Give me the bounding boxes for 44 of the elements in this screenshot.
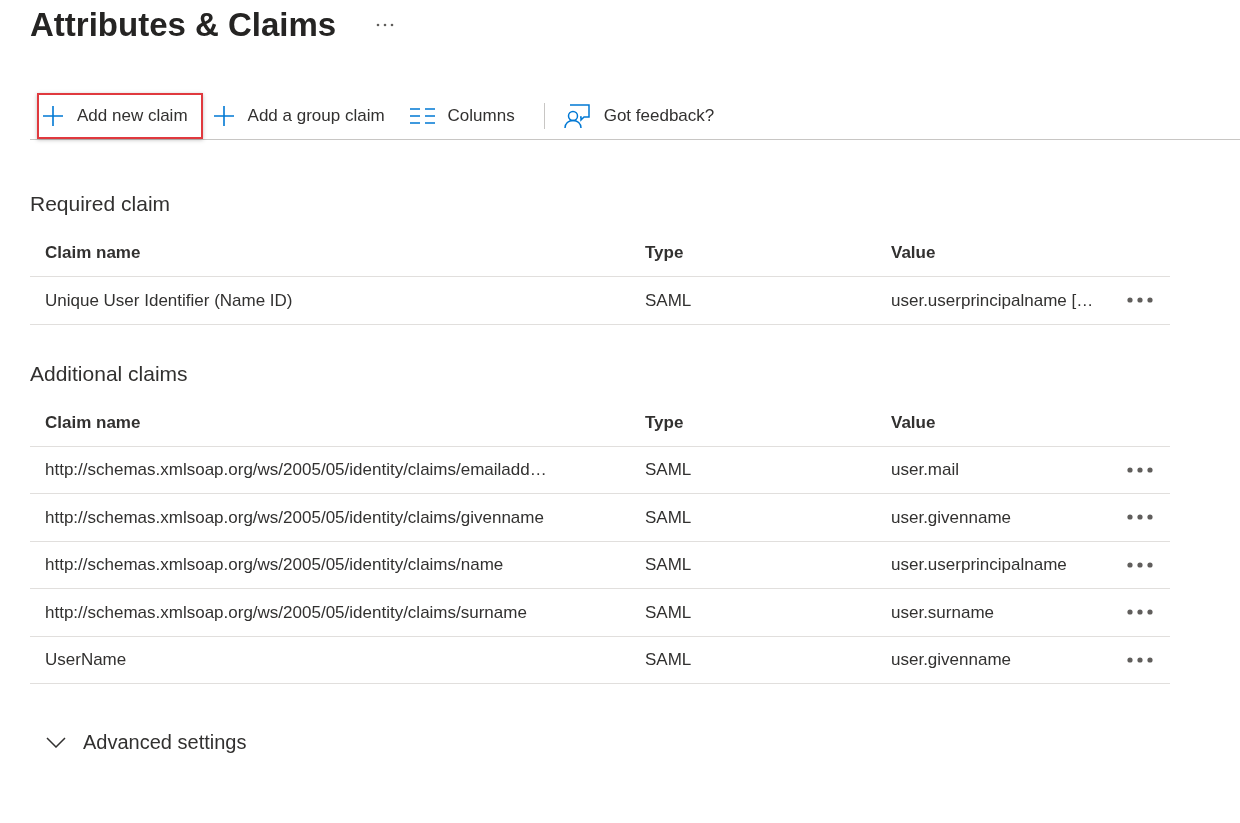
columns-icon xyxy=(409,107,435,124)
more-icon xyxy=(1127,466,1153,473)
column-header: Type xyxy=(645,243,684,263)
type-cell: SAML xyxy=(645,602,692,622)
section-heading: Additional claims xyxy=(30,360,188,387)
advanced-settings-toggle[interactable]: Advanced settings xyxy=(46,728,247,756)
value-cell: user.surname xyxy=(891,602,994,622)
type-cell: SAML xyxy=(645,290,692,310)
claim-name-cell: UserName xyxy=(45,650,127,669)
more-icon xyxy=(1127,656,1153,663)
feedback-icon xyxy=(563,102,591,129)
claim-name-cell: http://schemas.xmlsoap.org/ws/2005/05/identity/claims/surname xyxy=(45,602,527,622)
more-icon xyxy=(376,23,395,27)
column-header: Value xyxy=(891,412,936,432)
type-cell: SAML xyxy=(645,460,692,479)
claim-name-cell: http://schemas.xmlsoap.org/ws/2005/05/identity/claims/emailadd… xyxy=(45,460,547,479)
more-icon xyxy=(1127,609,1153,616)
type-cell: SAML xyxy=(645,650,692,669)
column-header: Claim name xyxy=(45,243,141,263)
chevron-icon xyxy=(46,736,66,748)
value-cell: user.userprincipalname xyxy=(891,555,1067,574)
toolbar-button[interactable]: Add new claim xyxy=(37,92,203,139)
more-icon xyxy=(1127,514,1153,521)
column-header: Type xyxy=(645,412,684,432)
more-icon xyxy=(1127,561,1153,568)
claim-name-cell: Unique User Identifier (Name ID) xyxy=(45,290,293,310)
value-cell: user.givenname xyxy=(891,507,1012,527)
toolbar-button[interactable]: Got feedback? xyxy=(558,92,730,139)
toolbar-button[interactable]: Columns xyxy=(404,92,530,139)
claim-name-cell: http://schemas.xmlsoap.org/ws/2005/05/identity/claims/name xyxy=(45,555,504,574)
column-header: Value xyxy=(891,243,936,263)
value-cell: user.userprincipalname [… xyxy=(891,290,1094,310)
section-heading: Required claim xyxy=(30,191,171,217)
value-cell: user.givenname xyxy=(891,650,1012,669)
plus-icon xyxy=(42,104,64,127)
plus-icon xyxy=(212,104,235,127)
type-cell: SAML xyxy=(645,507,692,527)
page-title: Attributes & Claims xyxy=(30,5,337,45)
more-icon xyxy=(1127,297,1153,304)
toolbar-button[interactable]: Add a group claim xyxy=(207,92,400,139)
claim-name-cell: http://schemas.xmlsoap.org/ws/2005/05/identity/claims/givenname xyxy=(45,507,544,527)
column-header: Claim name xyxy=(45,412,141,432)
type-cell: SAML xyxy=(645,555,692,574)
value-cell: user.mail xyxy=(891,460,960,479)
